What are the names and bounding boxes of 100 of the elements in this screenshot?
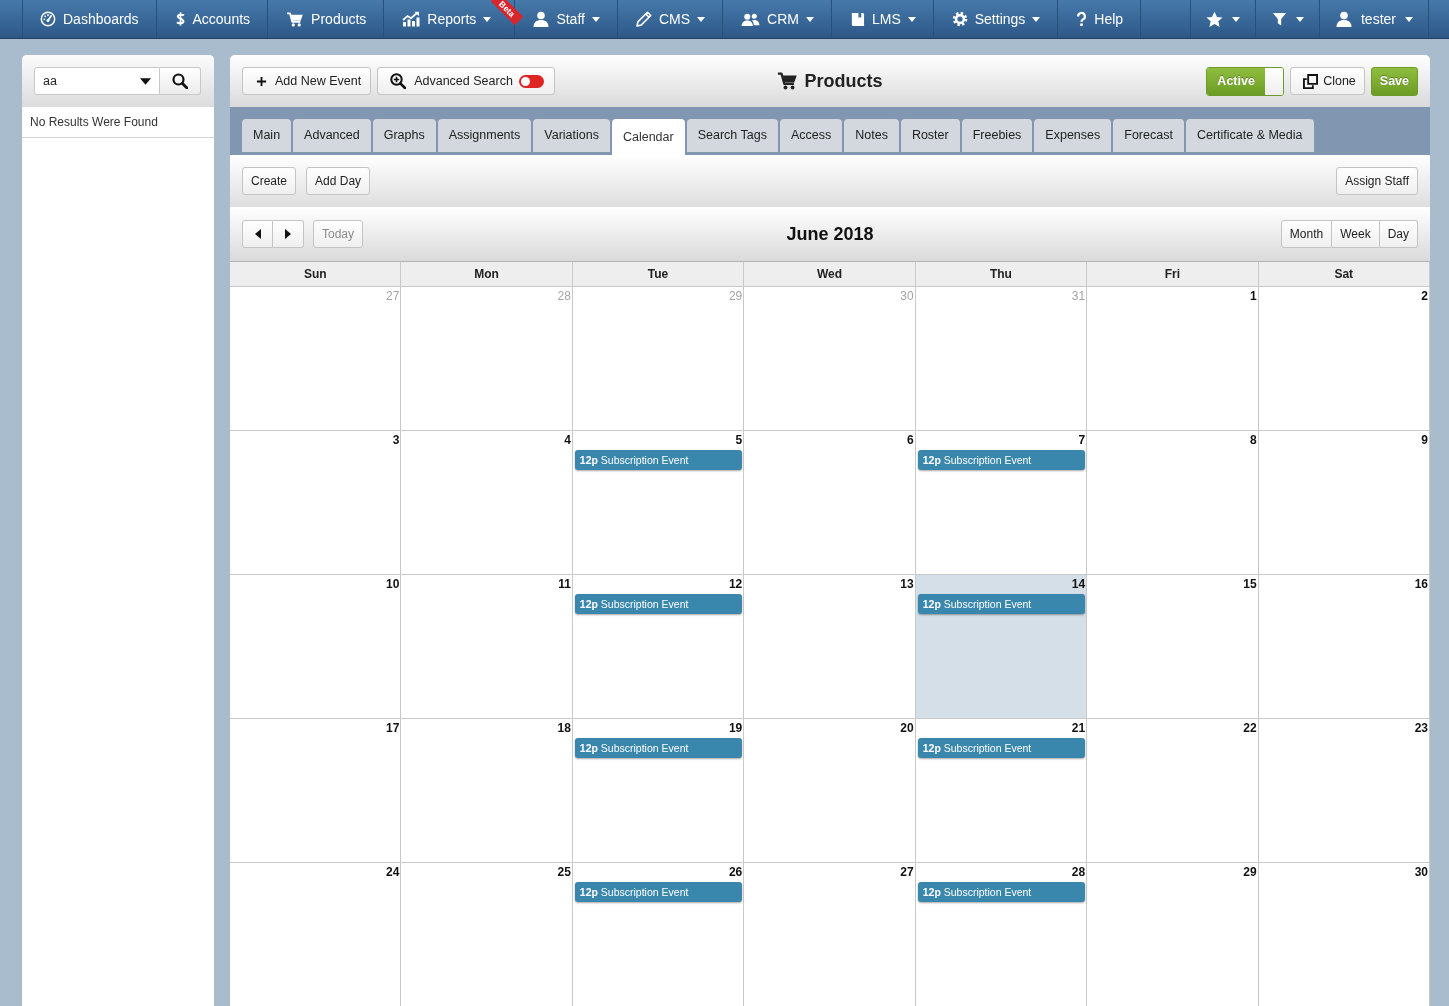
caret-icon xyxy=(1296,16,1304,22)
nav-menu-item[interactable]: LMS xyxy=(831,0,934,38)
calendar-event[interactable]: 12p Subscription Event xyxy=(917,738,1086,758)
day-number: 10 xyxy=(386,577,400,591)
day-number: 19 xyxy=(728,721,743,735)
day-number: 23 xyxy=(1414,721,1428,735)
search-icon xyxy=(172,73,188,89)
tab[interactable]: Certificate & Media xyxy=(1185,119,1314,152)
day-number: 7 xyxy=(1078,433,1086,447)
caret-icon xyxy=(1405,16,1413,22)
nav-menu-item[interactable]: Accounts xyxy=(156,0,269,38)
plus-icon xyxy=(256,75,267,87)
page-title: Products xyxy=(804,69,883,93)
weekday-header: Tue xyxy=(572,262,745,287)
caret-icon xyxy=(140,78,151,85)
nav-menu-item[interactable]: Dashboards xyxy=(22,0,157,38)
day-number: 30 xyxy=(900,289,914,303)
day-number: 28 xyxy=(557,289,571,303)
view-button[interactable]: Month xyxy=(1280,220,1333,248)
calendar-event[interactable]: 12p Subscription Event xyxy=(574,882,743,902)
tab[interactable]: Forecast xyxy=(1113,119,1184,152)
book-icon xyxy=(849,11,865,27)
day-number: 30 xyxy=(1414,865,1428,879)
day-number: 13 xyxy=(900,577,914,591)
assign-staff-button[interactable]: Assign Staff xyxy=(1336,167,1418,195)
day-number: 22 xyxy=(1243,721,1257,735)
day-number: 16 xyxy=(1414,577,1428,591)
tab[interactable]: Roster xyxy=(900,119,960,152)
weekday-header: Fri xyxy=(1087,262,1259,287)
toolbar-button[interactable]: Create xyxy=(242,167,297,195)
view-button[interactable]: Week xyxy=(1332,220,1380,248)
tab[interactable]: Expenses xyxy=(1034,119,1112,152)
toolbar-button[interactable]: Add Day xyxy=(306,167,371,195)
nav-menu-item[interactable]: tester xyxy=(1320,0,1429,38)
tab[interactable]: Freebies xyxy=(961,119,1033,152)
weekday-header: Wed xyxy=(744,262,916,287)
right-triangle-icon xyxy=(285,229,291,239)
day-number: 21 xyxy=(1071,721,1086,735)
day-number: 28 xyxy=(1071,865,1086,879)
caret-icon xyxy=(483,16,492,22)
nav-menu-item[interactable]: Help xyxy=(1058,0,1142,38)
calendar-event[interactable]: 12p Subscription Event xyxy=(917,594,1086,614)
day-number: 4 xyxy=(564,433,571,447)
caret-icon xyxy=(1232,16,1240,22)
day-number: 5 xyxy=(735,433,743,447)
left-triangle-icon xyxy=(254,229,261,239)
weekday-header: Mon xyxy=(401,262,573,287)
nav-menu-item[interactable]: CRM xyxy=(723,0,832,38)
add-new-event-button[interactable]: Add New Event xyxy=(242,67,372,95)
day-number: 18 xyxy=(557,721,571,735)
caret-icon xyxy=(591,16,600,22)
day-number: 14 xyxy=(1071,577,1086,591)
view-button[interactable]: Day xyxy=(1379,220,1418,248)
funnel-icon xyxy=(1272,11,1287,27)
tab[interactable]: Search Tags xyxy=(686,119,778,152)
day-number: 27 xyxy=(900,865,914,879)
day-number: 29 xyxy=(1243,865,1257,879)
weekday-header: Thu xyxy=(915,262,1088,287)
day-number: 6 xyxy=(907,433,914,447)
advanced-search-button[interactable]: Advanced Search xyxy=(377,67,555,95)
day-number: 17 xyxy=(386,721,400,735)
next-button[interactable] xyxy=(273,220,304,248)
pencil-icon xyxy=(635,11,652,27)
calendar-event[interactable]: 12p Subscription Event xyxy=(574,450,743,470)
tab[interactable]: Advanced xyxy=(293,119,371,152)
day-number: 27 xyxy=(386,289,400,303)
tab[interactable]: Main xyxy=(242,119,292,152)
star-icon xyxy=(1206,10,1223,28)
nav-menu-item[interactable]: Products xyxy=(268,0,385,38)
day-number: 24 xyxy=(386,865,400,879)
tab[interactable]: Calendar xyxy=(611,119,685,155)
caret-icon xyxy=(805,16,814,22)
calendar-event[interactable]: 12p Subscription Event xyxy=(917,450,1086,470)
tab[interactable]: Assignments xyxy=(437,119,532,152)
toggle-switch[interactable] xyxy=(518,74,544,88)
calendar-event[interactable]: 12p Subscription Event xyxy=(917,882,1086,902)
nav-menu-item[interactable] xyxy=(1190,0,1256,38)
weekday-header: Sat xyxy=(1258,262,1430,287)
tab[interactable]: Variations xyxy=(533,119,610,152)
day-number: 1 xyxy=(1249,289,1257,303)
question-mark-icon xyxy=(1076,11,1088,27)
clone-button[interactable]: Clone xyxy=(1290,67,1365,95)
tab[interactable]: Graphs xyxy=(372,119,436,152)
calendar-event[interactable]: 12p Subscription Event xyxy=(574,738,743,758)
zoom-in-icon xyxy=(390,73,407,89)
nav-menu-item[interactable]: Settings xyxy=(933,0,1059,38)
user-icon xyxy=(533,11,550,27)
nav-menu-item[interactable]: CMS xyxy=(617,0,724,38)
caret-icon xyxy=(697,16,706,22)
search-field[interactable]: aa xyxy=(34,67,160,95)
clone-icon xyxy=(1303,73,1319,89)
previous-button[interactable] xyxy=(242,220,273,248)
calendar-title: June 2018 xyxy=(786,222,874,246)
tab[interactable]: Access xyxy=(779,119,843,152)
calendar-event[interactable]: 12p Subscription Event xyxy=(574,594,743,614)
cart-icon xyxy=(286,11,305,27)
tab[interactable]: Notes xyxy=(844,119,899,152)
day-number: 26 xyxy=(728,865,743,879)
day-number: 11 xyxy=(558,577,571,591)
search-button[interactable] xyxy=(160,67,201,95)
